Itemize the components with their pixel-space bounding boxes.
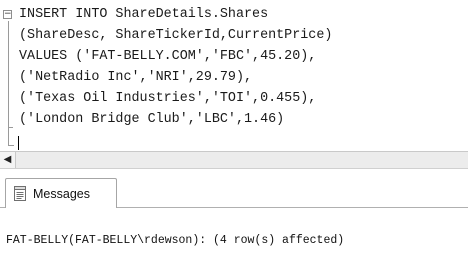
query-editor[interactable]: − INSERT INTO ShareDetails.Shares (Share…	[0, 0, 468, 151]
tab-messages-label: Messages	[33, 187, 90, 201]
collapse-icon[interactable]: −	[3, 10, 12, 19]
outline-marker	[8, 127, 13, 128]
code-line[interactable]: INSERT INTO ShareDetails.Shares	[19, 5, 268, 25]
tab-messages[interactable]: Messages	[5, 178, 117, 208]
scroll-left-arrow-icon[interactable]: ◀	[0, 152, 16, 168]
code-line[interactable]: VALUES ('FAT-BELLY.COM','FBC',45.20),	[19, 47, 316, 67]
code-line[interactable]: ('NetRadio Inc','NRI',29.79),	[19, 68, 252, 88]
scroll-track[interactable]	[16, 152, 468, 168]
code-line[interactable]: (ShareDesc, ShareTickerId,CurrentPrice)	[19, 26, 332, 46]
code-line[interactable]: ('Texas Oil Industries','TOI',0.455),	[19, 89, 316, 109]
result-message: FAT-BELLY(FAT-BELLY\rdewson): (4 row(s) …	[6, 234, 345, 247]
horizontal-scrollbar[interactable]: ◀	[0, 151, 468, 168]
results-tab-bar: Messages	[0, 168, 468, 208]
messages-pane: FAT-BELLY(FAT-BELLY\rdewson): (4 row(s) …	[0, 208, 468, 258]
messages-icon	[14, 186, 27, 201]
outline-end	[8, 145, 14, 146]
code-line[interactable]: ('London Bridge Club','LBC',1.46)	[19, 110, 284, 130]
text-caret	[18, 136, 19, 150]
